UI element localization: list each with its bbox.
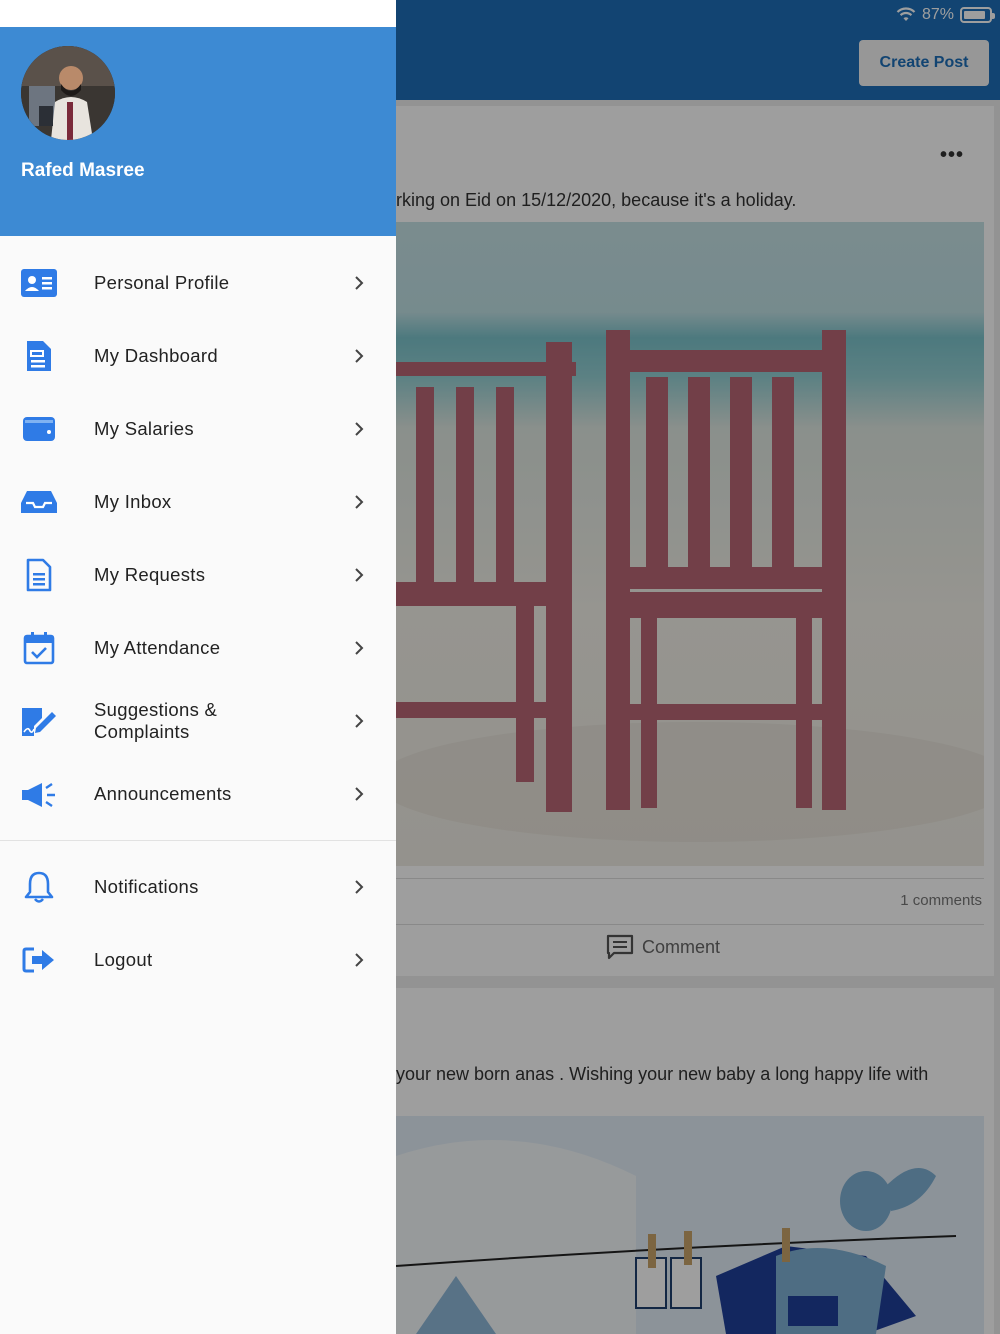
chevron-right-icon <box>355 421 364 436</box>
chevron-right-icon <box>355 713 364 728</box>
menu-item-my-inbox[interactable]: My Inbox <box>0 465 396 538</box>
menu-item-personal-profile[interactable]: Personal Profile <box>0 246 396 319</box>
menu-item-notifications[interactable]: Notifications <box>0 850 396 923</box>
megaphone-icon <box>20 775 58 813</box>
chevron-right-icon <box>355 952 364 967</box>
menu-item-label: Notifications <box>94 875 199 897</box>
document-icon <box>20 556 58 594</box>
chevron-right-icon <box>355 640 364 655</box>
menu-item-label: Suggestions & Complaints <box>94 698 218 742</box>
calendar-check-icon <box>20 629 58 667</box>
menu-item-label: My Inbox <box>94 490 172 512</box>
chevron-right-icon <box>355 348 364 363</box>
chevron-right-icon <box>355 275 364 290</box>
menu-item-label: Logout <box>94 948 153 970</box>
menu-item-announcements[interactable]: Announcements <box>0 757 396 830</box>
menu-item-my-salaries[interactable]: My Salaries <box>0 392 396 465</box>
chevron-right-icon <box>355 494 364 509</box>
bell-icon <box>20 868 58 906</box>
menu-divider <box>0 840 396 841</box>
menu-item-label: Personal Profile <box>94 271 230 293</box>
user-name: Rafed Masree <box>21 160 145 181</box>
menu-item-label: My Salaries <box>94 417 194 439</box>
avatar[interactable] <box>21 46 115 140</box>
menu-item-my-dashboard[interactable]: My Dashboard <box>0 319 396 392</box>
chevron-right-icon <box>355 567 364 582</box>
signature-pen-icon <box>20 702 58 740</box>
chevron-right-icon <box>355 879 364 894</box>
menu-item-label: Announcements <box>94 782 232 804</box>
inbox-tray-icon <box>20 483 58 521</box>
menu-item-label: My Dashboard <box>94 344 218 366</box>
status-bar-left <box>0 0 396 27</box>
chevron-right-icon <box>355 786 364 801</box>
logout-icon <box>20 941 58 979</box>
menu-item-my-attendance[interactable]: My Attendance <box>0 611 396 684</box>
menu-item-logout[interactable]: Logout <box>0 923 396 996</box>
navigation-drawer: Rafed Masree Personal Profile My Dashboa… <box>0 0 396 1334</box>
id-card-icon <box>20 264 58 302</box>
menu-item-suggestions-complaints[interactable]: Suggestions & Complaints <box>0 684 396 757</box>
menu-item-my-requests[interactable]: My Requests <box>0 538 396 611</box>
document-list-icon <box>20 337 58 375</box>
menu-item-label: My Requests <box>94 563 206 585</box>
drawer-header: Rafed Masree <box>0 27 396 236</box>
wallet-icon <box>20 410 58 448</box>
menu-item-label: My Attendance <box>94 636 221 658</box>
